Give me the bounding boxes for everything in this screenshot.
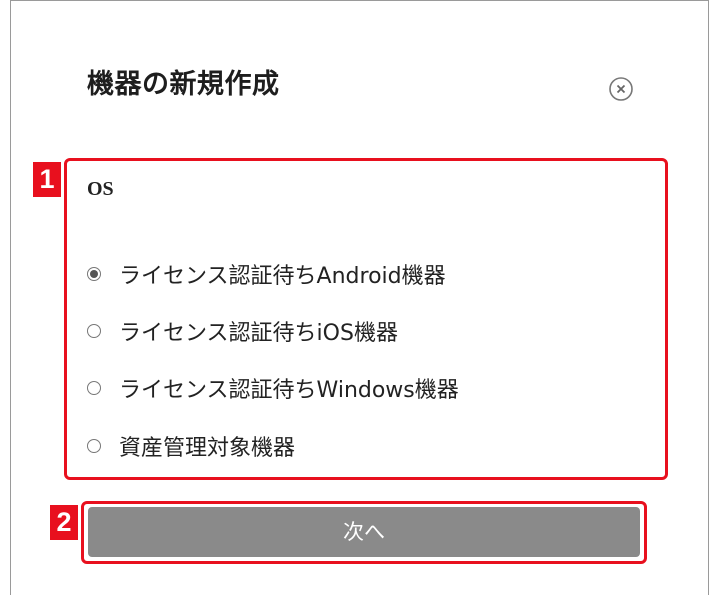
step-marker-2: 2 <box>50 505 78 540</box>
radio-option-android[interactable]: ライセンス認証待ちAndroid機器 <box>87 258 446 290</box>
radio-button[interactable] <box>87 324 101 338</box>
close-button[interactable] <box>606 74 636 104</box>
radio-label: ライセンス認証待ちAndroid機器 <box>119 264 446 289</box>
radio-option-asset-managed[interactable]: 資産管理対象機器 <box>87 430 295 462</box>
close-icon <box>609 77 633 101</box>
radio-option-ios[interactable]: ライセンス認証待ちiOS機器 <box>87 315 398 347</box>
step-marker-1: 1 <box>33 162 61 197</box>
radio-label: ライセンス認証待ちiOS機器 <box>119 321 398 346</box>
radio-option-windows[interactable]: ライセンス認証待ちWindows機器 <box>87 372 459 404</box>
radio-label: ライセンス認証待ちWindows機器 <box>119 378 459 403</box>
radio-button-checked[interactable] <box>87 267 101 281</box>
radio-label: 資産管理対象機器 <box>119 436 296 461</box>
radio-button[interactable] <box>87 381 101 395</box>
radio-button[interactable] <box>87 439 101 453</box>
next-button[interactable]: 次へ <box>88 507 640 557</box>
os-section-label: OS <box>87 178 114 200</box>
dialog-title: 機器の新規作成 <box>87 69 280 100</box>
